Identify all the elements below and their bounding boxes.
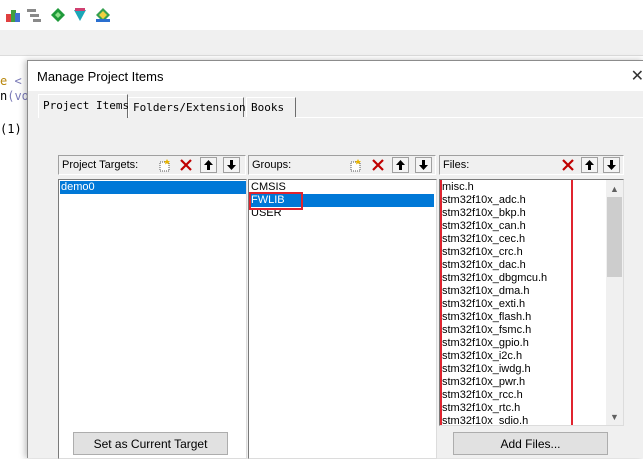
list-item-file[interactable]: stm32f10x_i2c.h <box>442 350 522 363</box>
list-item-file[interactable]: stm32f10x_gpio.h <box>442 337 529 350</box>
diamond-teal-icon[interactable] <box>72 7 88 23</box>
add-files-button[interactable]: Add Files... <box>453 432 608 455</box>
scroll-up-icon[interactable]: ▲ <box>606 180 623 197</box>
tab-books[interactable]: Books <box>246 97 296 117</box>
move-up-group-icon[interactable] <box>392 157 409 173</box>
list-item-file[interactable]: stm32f10x_dma.h <box>442 285 529 298</box>
delete-file-icon[interactable] <box>559 157 576 173</box>
move-down-target-icon[interactable] <box>223 157 240 173</box>
list-item-file[interactable]: stm32f10x_rcc.h <box>442 389 523 402</box>
batch-icon[interactable] <box>26 7 42 23</box>
list-item-file[interactable]: stm32f10x_flash.h <box>442 311 531 324</box>
ide-tab-strip <box>0 30 643 56</box>
project-icon[interactable] <box>5 7 21 23</box>
list-item-file[interactable]: stm32f10x_adc.h <box>442 194 526 207</box>
new-group-icon[interactable] <box>347 157 364 173</box>
new-target-icon[interactable] <box>156 157 173 173</box>
list-item-file[interactable]: misc.h <box>442 181 474 194</box>
list-item-file[interactable]: stm32f10x_iwdg.h <box>442 363 531 376</box>
list-item-file[interactable]: stm32f10x_can.h <box>442 220 526 233</box>
manage-project-items-dialog: Manage Project Items ✕ Project Items Fol… <box>27 60 643 459</box>
dialog-client: Project Items Folders/Extensions Books P… <box>28 91 643 459</box>
list-item-file[interactable]: stm32f10x_cec.h <box>442 233 525 246</box>
list-item-file[interactable]: stm32f10x_dbgmcu.h <box>442 272 547 285</box>
targets-header: Project Targets: <box>58 155 246 175</box>
code-line: e < <box>0 74 22 88</box>
list-item-file[interactable]: stm32f10x_bkp.h <box>442 207 526 220</box>
targets-label: Project Targets: <box>62 159 139 171</box>
list-item-file[interactable]: stm32f10x_sdio.h <box>442 415 528 425</box>
list-item-target[interactable]: demo0 <box>60 181 246 194</box>
list-item-file[interactable]: stm32f10x_rtc.h <box>442 402 520 415</box>
diamond-multi-icon[interactable] <box>95 7 111 23</box>
files-header: Files: <box>439 155 624 175</box>
move-down-group-icon[interactable] <box>415 157 432 173</box>
move-up-file-icon[interactable] <box>581 157 598 173</box>
move-up-target-icon[interactable] <box>200 157 217 173</box>
groups-listbox[interactable]: CMSIS FWLIB USER <box>248 179 437 459</box>
targets-listbox[interactable]: demo0 <box>58 179 247 459</box>
files-scrollbar[interactable]: ▲ ▼ <box>606 180 623 425</box>
code-line: n(vo <box>0 89 29 103</box>
list-item-group-user[interactable]: USER <box>250 207 434 220</box>
dialog-title: Manage Project Items <box>37 69 164 84</box>
tab-folders-extensions[interactable]: Folders/Extensions <box>128 97 252 117</box>
ide-toolbar <box>0 0 643 31</box>
code-line: (1) <box>0 122 22 136</box>
move-down-file-icon[interactable] <box>603 157 620 173</box>
list-item-file[interactable]: stm32f10x_fsmc.h <box>442 324 531 337</box>
tab-project-items[interactable]: Project Items <box>38 94 129 118</box>
dialog-titlebar[interactable]: Manage Project Items ✕ <box>28 61 643 91</box>
list-item-group-cmsis[interactable]: CMSIS <box>250 181 434 194</box>
list-item-file[interactable]: stm32f10x_pwr.h <box>442 376 525 389</box>
list-item-file[interactable]: stm32f10x_crc.h <box>442 246 523 259</box>
groups-label: Groups: <box>252 159 292 171</box>
list-item-file[interactable]: stm32f10x_exti.h <box>442 298 525 311</box>
files-label: Files: <box>443 159 470 171</box>
list-item-file[interactable]: stm32f10x_dac.h <box>442 259 526 272</box>
files-listbox[interactable]: misc.h stm32f10x_adc.h stm32f10x_bkp.h stm3… <box>439 179 624 426</box>
scroll-thumb[interactable] <box>607 197 622 277</box>
list-item-group-fwlib[interactable]: FWLIB <box>250 194 434 207</box>
set-current-target-button[interactable]: Set as Current Target <box>73 432 228 455</box>
delete-target-icon[interactable] <box>177 157 194 173</box>
close-icon[interactable]: ✕ <box>631 66 643 86</box>
scroll-down-icon[interactable]: ▼ <box>606 408 623 425</box>
diamond-green-icon[interactable] <box>50 7 66 23</box>
groups-header: Groups: <box>248 155 436 175</box>
delete-group-icon[interactable] <box>369 157 386 173</box>
tab-divider <box>296 117 643 118</box>
